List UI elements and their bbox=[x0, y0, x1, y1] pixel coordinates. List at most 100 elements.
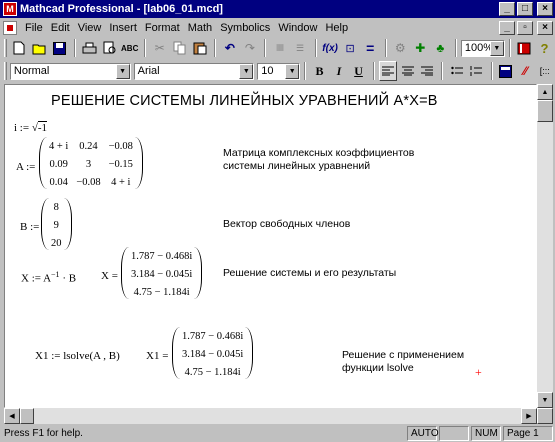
solution-vector[interactable]: 1.787 − 0.468i 3.184 − 0.045i 4.75 − 1.184… bbox=[121, 247, 203, 299]
matrix-cell: 3.184 − 0.045i bbox=[182, 349, 244, 360]
menu-insert[interactable]: Insert bbox=[105, 22, 141, 34]
sqrt-icon: √ bbox=[31, 122, 38, 134]
matrix-cell: 4 + i bbox=[111, 177, 131, 188]
maximize-button[interactable]: □ bbox=[517, 2, 533, 16]
doc-minimize-button[interactable]: _ bbox=[499, 20, 515, 35]
solution-expression-lhs: X := A bbox=[21, 272, 52, 285]
matrix-a-label: A := bbox=[16, 161, 36, 173]
lsolve-expression[interactable]: X1 := lsolve(A , B) bbox=[35, 350, 120, 362]
horizontal-scroll-thumb[interactable] bbox=[20, 408, 34, 424]
insert-function-icon[interactable]: f(x) bbox=[321, 38, 340, 58]
style-select[interactable]: Normal ▼ bbox=[9, 62, 131, 80]
print-icon[interactable] bbox=[80, 38, 99, 58]
redo-icon[interactable]: ↷ bbox=[240, 38, 259, 58]
horizontal-scrollbar[interactable]: ◀ ▶ bbox=[4, 408, 537, 424]
scroll-up-icon[interactable]: ▲ bbox=[537, 84, 553, 100]
scroll-right-icon[interactable]: ▶ bbox=[521, 408, 537, 424]
size-select[interactable]: 10 ▼ bbox=[257, 62, 301, 80]
lsolve-label: X1 = bbox=[146, 350, 169, 362]
insert-unit-icon[interactable]: ⊡ bbox=[341, 38, 360, 58]
vector-b-label: B := bbox=[20, 221, 40, 233]
chevron-down-icon[interactable]: ▼ bbox=[239, 63, 254, 79]
spell-check-icon[interactable]: ABC bbox=[120, 38, 139, 58]
menu-window[interactable]: Window bbox=[274, 22, 321, 34]
matrix-cell: 1.787 − 0.468i bbox=[131, 251, 193, 262]
resource-center-icon[interactable]: ♣ bbox=[431, 38, 450, 58]
vertical-scroll-thumb[interactable] bbox=[537, 100, 553, 122]
zoom-select[interactable]: 100% ▼ bbox=[460, 39, 505, 57]
align-left-icon[interactable] bbox=[378, 61, 398, 81]
chevron-down-icon[interactable]: ▼ bbox=[115, 63, 130, 79]
font-value: Arial bbox=[137, 65, 160, 77]
help-question-icon[interactable]: ? bbox=[535, 38, 554, 58]
graph-toolbar-icon[interactable]: ⁄⁄ bbox=[516, 61, 535, 81]
matrix-cell: 4 + i bbox=[49, 141, 69, 152]
book-icon[interactable] bbox=[515, 38, 534, 58]
matrix-cell: 1.787 − 0.468i bbox=[182, 331, 244, 342]
chevron-down-icon[interactable]: ▼ bbox=[285, 63, 300, 79]
matrix-cell: 3.184 − 0.045i bbox=[131, 269, 193, 280]
align-down-icon[interactable]: ☰ bbox=[291, 38, 310, 58]
new-file-icon[interactable] bbox=[10, 38, 29, 58]
scroll-left-icon[interactable]: ◀ bbox=[4, 408, 20, 424]
calculator-toolbar-icon[interactable] bbox=[497, 61, 516, 81]
status-bar: Press F1 for help. AUTO NUM Page 1 bbox=[0, 424, 555, 442]
save-disk-icon[interactable] bbox=[50, 38, 69, 58]
menu-math[interactable]: Math bbox=[184, 22, 216, 34]
matrix-cell: 0.04 bbox=[49, 177, 68, 188]
bullets-icon[interactable] bbox=[447, 61, 466, 81]
scroll-down-icon[interactable]: ▼ bbox=[537, 392, 553, 408]
worksheet-heading: РЕШЕНИЕ СИСТЕМЫ ЛИНЕЙНЫХ УРАВНЕНИЙ А*Х=В bbox=[51, 93, 438, 109]
menu-edit[interactable]: Edit bbox=[47, 22, 74, 34]
sqrt-argument: -1 bbox=[37, 121, 48, 134]
doc-restore-button[interactable]: ▫ bbox=[517, 20, 533, 35]
print-preview-icon[interactable] bbox=[100, 38, 119, 58]
italic-button[interactable]: I bbox=[330, 61, 349, 81]
i-definition[interactable]: i := √-1 bbox=[14, 121, 48, 134]
matrix-cell: 0.24 bbox=[79, 141, 98, 152]
title-bar: M Mathcad Professional - [lab06_01.mcd] … bbox=[0, 0, 555, 18]
align-center-icon[interactable] bbox=[398, 61, 417, 81]
undo-icon[interactable]: ↶ bbox=[220, 38, 239, 58]
menu-help[interactable]: Help bbox=[321, 22, 352, 34]
size-value: 10 bbox=[261, 65, 274, 77]
matrix-a[interactable]: 4 + i 0.24 −0.08 0.09 3 −0.15 0.04 −0.08 4 + i bbox=[39, 137, 143, 189]
lsolve-comment: Решение с применением функции lsolve bbox=[342, 349, 465, 374]
align-right-icon[interactable] bbox=[418, 61, 437, 81]
doc-close-button[interactable]: × bbox=[537, 20, 553, 35]
insert-component-icon[interactable]: ✚ bbox=[411, 38, 430, 58]
cut-icon[interactable]: ✂ bbox=[150, 38, 169, 58]
solution-expression-rhs: · B bbox=[62, 272, 77, 285]
zoom-value: 100% bbox=[464, 42, 493, 54]
menu-symbolics[interactable]: Symbolics bbox=[216, 22, 274, 34]
bold-button[interactable]: B bbox=[310, 61, 329, 81]
document-icon[interactable] bbox=[3, 20, 17, 35]
align-across-icon[interactable]: ⫴⫴ bbox=[270, 38, 289, 58]
menu-file[interactable]: File bbox=[21, 22, 47, 34]
calculate-icon[interactable]: = bbox=[361, 38, 380, 58]
menu-view[interactable]: View bbox=[74, 22, 106, 34]
menu-format[interactable]: Format bbox=[141, 22, 184, 34]
minimize-button[interactable]: _ bbox=[499, 2, 515, 16]
paste-icon[interactable] bbox=[190, 38, 209, 58]
status-empty-cell bbox=[439, 425, 469, 441]
chevron-down-icon[interactable]: ▼ bbox=[489, 40, 504, 56]
mathcad-app-icon[interactable]: M bbox=[3, 2, 17, 16]
matrix-cell: −0.08 bbox=[76, 177, 101, 188]
close-button[interactable]: × bbox=[537, 2, 553, 16]
component-wizard-icon[interactable]: ⚙ bbox=[391, 38, 410, 58]
lsolve-vector[interactable]: 1.787 − 0.468i 3.184 − 0.045i 4.75 − 1.184… bbox=[172, 327, 254, 379]
matrix-cell: 4.75 − 1.184i bbox=[184, 367, 241, 378]
vector-b[interactable]: 8 9 20 bbox=[41, 198, 72, 250]
copy-icon[interactable] bbox=[170, 38, 189, 58]
worksheet[interactable]: РЕШЕНИЕ СИСТЕМЫ ЛИНЕЙНЫХ УРАВНЕНИЙ А*Х=В… bbox=[4, 84, 537, 408]
numbering-icon[interactable] bbox=[467, 61, 486, 81]
solution-label: X = bbox=[101, 270, 118, 282]
font-select[interactable]: Arial ▼ bbox=[133, 62, 255, 80]
matrix-toolbar-icon[interactable]: [::: bbox=[536, 61, 555, 81]
vertical-scrollbar[interactable]: ▲ ▼ bbox=[537, 84, 553, 408]
matrix-cell: 20 bbox=[51, 238, 62, 249]
solution-expression[interactable]: X := A−1 · B bbox=[21, 270, 76, 285]
open-folder-icon[interactable] bbox=[30, 38, 49, 58]
underline-button[interactable]: U bbox=[349, 61, 368, 81]
